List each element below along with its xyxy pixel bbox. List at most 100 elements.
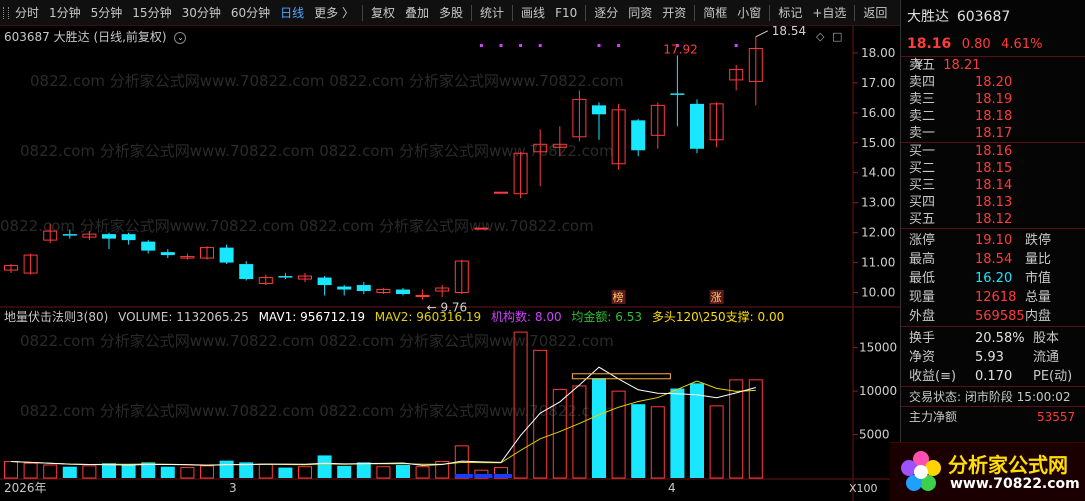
toolbar-item[interactable]: 60分钟 [226, 0, 275, 26]
currency-icon: ¥ [915, 58, 924, 73]
toolbar-item[interactable]: 逐分 [589, 0, 623, 26]
order-label: 买一 [909, 144, 936, 159]
order-row-buy[interactable]: 买三 18.14 [901, 177, 1085, 194]
main-flow-label: 主力净额 [909, 410, 958, 424]
quote-panel: 大胜达 603687 18.16 0.80 4.61% 卖五 ¥18.21 卖四 18… [900, 0, 1085, 501]
chevron-down-icon[interactable]: ⌄ [174, 31, 187, 44]
indicator-junjin: 均金额: 6.53 [571, 310, 642, 324]
signal-dot [597, 44, 601, 47]
toolbar-separator [585, 4, 587, 21]
order-label: 买三 [909, 178, 936, 193]
indicator-line: 地量伏击法则3(80) VOLUME: 1132065.25 MAV1: 956… [4, 308, 790, 325]
price-tick-label: 10.00 [861, 286, 895, 300]
volume-bar [298, 466, 312, 479]
toolbar-item[interactable]: 30分钟 [177, 0, 226, 26]
toolbar-item[interactable]: 统计 [475, 0, 509, 26]
volume-bar [709, 405, 724, 479]
price-tick-label: 15.00 [861, 136, 895, 150]
order-row-sell[interactable]: 卖三 18.19 [901, 91, 1085, 108]
stat-label-2: 总量 [1025, 290, 1052, 305]
price-tick-label: 17.00 [861, 76, 895, 90]
order-price: 18.13 [975, 195, 1013, 210]
x-axis-label: 4 [668, 481, 676, 495]
order-row-sell[interactable]: 卖一 18.17 [901, 125, 1085, 142]
toolbar-item[interactable]: 返回 [858, 0, 892, 26]
watermark-text: 0822.com 分析家公式网www.70822.com 0822.com 分析… [30, 72, 624, 90]
toolbar-item[interactable]: 简框 [698, 0, 732, 26]
signal-dot [538, 44, 542, 47]
toolbar-item[interactable]: +自选 [807, 0, 851, 26]
toolbar-item[interactable]: 同资 [623, 0, 657, 26]
candle-body [62, 234, 77, 236]
toolbar-item[interactable]: 更多 〉 [309, 0, 359, 26]
volume-bar [572, 385, 587, 479]
site-logo: 分析家公式网 www.70822.com [890, 442, 1085, 501]
stat-label: 现量 [909, 290, 936, 305]
volume-bar [396, 464, 410, 478]
order-row-buy[interactable]: 买二 18.15 [901, 160, 1085, 177]
volume-bar [43, 464, 58, 479]
toolbar-item[interactable]: 日线 [275, 0, 309, 26]
volume-bar [82, 465, 97, 479]
toolbar-grip-icon[interactable] [0, 0, 10, 26]
toolbar-item[interactable]: 多股 [434, 0, 468, 26]
candle-body [278, 276, 293, 278]
candle-body [396, 289, 410, 295]
toolbar-item[interactable]: 标记 [773, 0, 807, 26]
volume-unit-label: X100 [849, 482, 878, 495]
toolbar-item[interactable]: 叠加 [400, 0, 434, 26]
kline-chart[interactable]: 0822.com 分析家公式网www.70822.com 0822.com 分析… [0, 26, 900, 501]
volume-bar [180, 467, 195, 479]
toolbar-item[interactable]: 画线 [516, 0, 550, 26]
order-row-buy[interactable]: 买一 18.16 [901, 143, 1085, 160]
toolbar-item[interactable]: F10 [550, 0, 582, 26]
signal-dot [617, 44, 621, 47]
indicator-name[interactable]: 地量伏击法则3(80) [4, 310, 108, 324]
volume-bar [631, 404, 646, 478]
candle-body [670, 93, 685, 95]
indicator-volume: VOLUME: 1132065.25 [118, 310, 249, 324]
candle-body [121, 234, 136, 241]
chart-title: 603687 大胜达 (日线,前复权) ⌄ [4, 28, 187, 45]
volume-bar [258, 463, 273, 479]
stat-label: 外盘 [909, 309, 936, 324]
toolbar-item[interactable]: 小窗 [732, 0, 766, 26]
stat-label: 涨停 [909, 233, 936, 248]
order-price: 18.14 [975, 178, 1013, 193]
price-tick-label: 11.00 [861, 256, 895, 270]
kline-chart-area[interactable]: 0822.com 分析家公式网www.70822.com 0822.com 分析… [0, 26, 900, 501]
order-row-buy[interactable]: 买四 18.13 [901, 194, 1085, 211]
window-icon[interactable]: □ [832, 30, 842, 43]
toolbar-item[interactable]: 开资 [657, 0, 691, 26]
watermark-text: 0822.com 分析家公式网www.70822.com 0822.com 分析… [20, 332, 614, 350]
toolbar-item[interactable]: 1分钟 [44, 0, 86, 26]
stats-block-2: 换手 20.58% 股本 净资 5.93 流通 收益(≡) 0.170 PE(动) [901, 326, 1085, 386]
toolbar-item[interactable]: 分时 [10, 0, 44, 26]
volume-bar [121, 464, 136, 478]
stat-row: 最低 16.20 市值 [901, 269, 1085, 288]
order-row-sell[interactable]: 卖二 18.18 [901, 108, 1085, 125]
volume-bar [160, 466, 175, 478]
toolbar: 分时 1分钟 5分钟 15分钟 30分钟 60分钟 日线 更多 〉复权 叠加 多股 统计 画线 F10 逐… [0, 0, 900, 26]
order-row-sell[interactable]: 卖五 ¥18.21 [901, 57, 1085, 74]
stat-value: 0.170 [975, 369, 1013, 384]
candle-body [239, 264, 254, 280]
toolbar-separator [361, 4, 363, 21]
price-change: 0.80 [961, 37, 991, 52]
candle-body [415, 295, 430, 298]
toolbar-separator [769, 4, 771, 21]
order-row-sell[interactable]: 卖四 18.20 [901, 74, 1085, 91]
diamond-icon[interactable]: ◇ [816, 30, 824, 43]
candle-body [102, 234, 116, 239]
toolbar-item[interactable]: 5分钟 [86, 0, 128, 26]
order-price: 18.17 [975, 126, 1013, 141]
toolbar-item[interactable]: 复权 [366, 0, 400, 26]
chart-title-text: 603687 大胜达 (日线,前复权) [4, 30, 167, 44]
volume-bar [317, 455, 332, 478]
order-row-buy[interactable]: 买五 18.12 [901, 211, 1085, 228]
badge-text: 涨 [711, 291, 722, 304]
volume-bar [62, 466, 77, 478]
toolbar-item[interactable]: 15分钟 [127, 0, 176, 26]
stat-row: 现量 12618 总量 [901, 288, 1085, 307]
stats-block: 涨停 19.10 跌停 最高 18.54 量比 最低 16.20 市值 现量 12618 总量 外盘 56… [901, 228, 1085, 326]
